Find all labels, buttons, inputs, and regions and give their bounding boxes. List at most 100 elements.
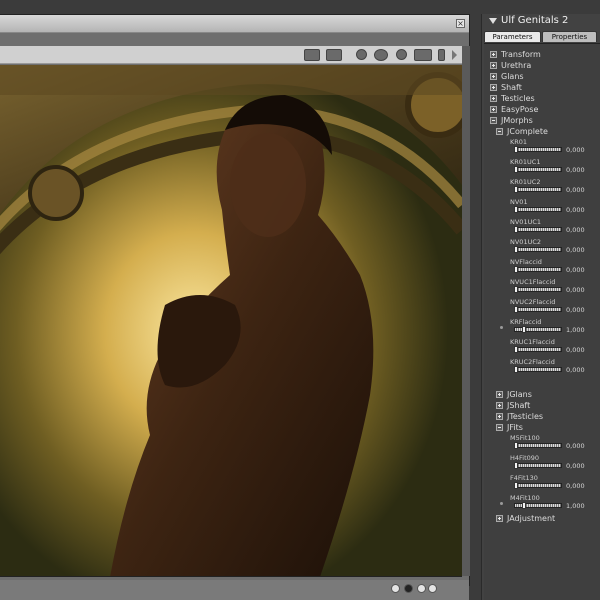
param-slider[interactable] [514,167,562,172]
param-value[interactable]: 0,000 [566,286,585,294]
param-value[interactable]: 1,000 [566,326,585,334]
param-dial-krflaccid[interactable]: KRFlaccid 1,000 [484,318,600,338]
param-dial-m4fit100[interactable]: M4Fit100 1,000 [484,494,600,514]
param-slider[interactable] [514,483,562,488]
param-dial-nvuc1flaccid[interactable]: NVUC1Flaccid 0,000 [484,278,600,298]
page-dot-4[interactable] [428,584,437,593]
group-glans[interactable]: Glans [490,71,524,82]
param-slider-handle[interactable] [514,166,518,173]
expand-icon[interactable] [496,391,503,398]
param-value[interactable]: 0,000 [566,462,585,470]
param-value[interactable]: 0,000 [566,366,585,374]
param-slider-handle[interactable] [522,326,526,333]
viewport-scrollbar[interactable] [462,46,470,576]
param-value[interactable]: 0,000 [566,226,585,234]
group-testicles[interactable]: Testicles [490,93,535,104]
group-urethra[interactable]: Urethra [490,60,531,71]
group-jadjustment[interactable]: JAdjustment [496,513,555,524]
chevron-right-icon[interactable] [452,50,457,60]
param-slider[interactable] [514,227,562,232]
expand-icon[interactable] [490,51,497,58]
param-dial-kr01uc1[interactable]: KR01UC1 0,000 [484,158,600,178]
param-value[interactable]: 0,000 [566,346,585,354]
param-slider-handle[interactable] [514,346,518,353]
group-jmorphs[interactable]: JMorphs [490,115,533,126]
param-slider[interactable] [514,307,562,312]
param-dial-nv01uc2[interactable]: NV01UC2 0,000 [484,238,600,258]
group-shaft[interactable]: Shaft [490,82,522,93]
collapse-icon[interactable] [496,424,503,431]
param-slider-handle[interactable] [514,206,518,213]
light-icon[interactable] [438,49,445,61]
param-value[interactable]: 0,000 [566,166,585,174]
param-slider-handle[interactable] [514,186,518,193]
param-slider-handle[interactable] [514,442,518,449]
param-slider[interactable] [514,443,562,448]
param-dial-m5fit100[interactable]: M5Fit100 0,000 [484,434,600,454]
param-slider[interactable] [514,463,562,468]
param-slider-handle[interactable] [514,462,518,469]
group-jfits[interactable]: JFits [496,422,523,433]
param-slider[interactable] [514,207,562,212]
param-value[interactable]: 0,000 [566,266,585,274]
tab-parameters[interactable]: Parameters [484,31,541,42]
group-transform[interactable]: Transform [490,49,541,60]
param-slider-handle[interactable] [514,246,518,253]
group-jcomplete[interactable]: JComplete [496,126,548,137]
page-dot-1[interactable] [391,584,400,593]
param-slider[interactable] [514,367,562,372]
param-slider-handle[interactable] [514,286,518,293]
param-value[interactable]: 0,000 [566,442,585,450]
camera-icon[interactable] [304,49,320,61]
close-icon[interactable]: × [456,19,465,28]
param-dial-nvuc2flaccid[interactable]: NVUC2Flaccid 0,000 [484,298,600,318]
panel-header[interactable]: Ulf Genitals 2 [482,14,600,30]
group-jglans[interactable]: JGlans [496,389,532,400]
page-dot-3[interactable] [417,584,426,593]
param-slider-handle[interactable] [514,482,518,489]
param-value[interactable]: 1,000 [566,502,585,510]
param-dial-f4fit130[interactable]: F4Fit130 0,000 [484,474,600,494]
expand-icon[interactable] [490,106,497,113]
param-slider-handle[interactable] [514,226,518,233]
render-canvas[interactable] [0,65,462,577]
expand-icon[interactable] [496,402,503,409]
param-value[interactable]: 0,000 [566,186,585,194]
move-icon[interactable] [414,49,432,61]
sphere-icon[interactable] [396,49,407,60]
collapse-icon[interactable] [490,117,497,124]
param-value[interactable]: 0,000 [566,246,585,254]
page-dot-2[interactable] [404,584,413,593]
expand-icon[interactable] [490,84,497,91]
param-slider[interactable] [514,187,562,192]
param-slider[interactable] [514,287,562,292]
group-jtesticles[interactable]: JTesticles [496,411,543,422]
expand-icon[interactable] [490,95,497,102]
collapse-icon[interactable] [496,128,503,135]
param-slider[interactable] [514,347,562,352]
param-value[interactable]: 0,000 [566,306,585,314]
param-slider-handle[interactable] [522,502,526,509]
param-value[interactable]: 0,000 [566,146,585,154]
tab-properties[interactable]: Properties [542,31,597,42]
collapse-triangle-icon[interactable] [489,18,497,24]
expand-icon[interactable] [496,515,503,522]
param-slider-handle[interactable] [514,146,518,153]
document-titlebar[interactable]: × [0,15,469,33]
group-jshaft[interactable]: JShaft [496,400,530,411]
param-dial-kr01uc2[interactable]: KR01UC2 0,000 [484,178,600,198]
param-dial-nv01[interactable]: NV01 0,000 [484,198,600,218]
expand-icon[interactable] [490,73,497,80]
expand-icon[interactable] [490,62,497,69]
param-slider[interactable] [514,147,562,152]
param-slider-handle[interactable] [514,266,518,273]
param-value[interactable]: 0,000 [566,482,585,490]
group-easypose[interactable]: EasyPose [490,104,538,115]
render-icon[interactable] [356,49,367,60]
param-dial-h4fit090[interactable]: H4Fit090 0,000 [484,454,600,474]
param-value[interactable]: 0,000 [566,206,585,214]
camera-alt-icon[interactable] [326,49,342,61]
param-dial-nv01uc1[interactable]: NV01UC1 0,000 [484,218,600,238]
param-dial-kruc2flaccid[interactable]: KRUC2Flaccid 0,000 [484,358,600,378]
param-slider-handle[interactable] [514,306,518,313]
